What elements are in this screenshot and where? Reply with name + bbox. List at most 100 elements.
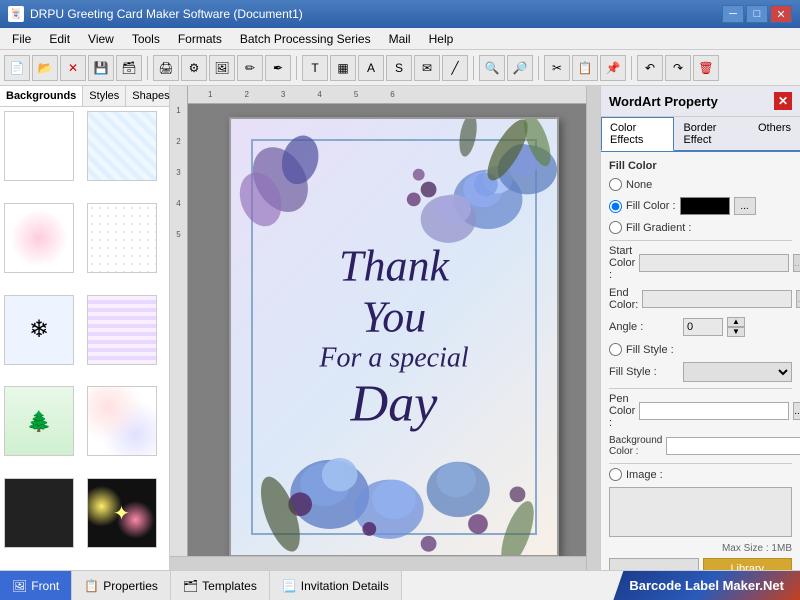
ruler-left: 1 2 3 4 5 <box>170 86 188 570</box>
bg-thumb-9[interactable] <box>4 478 74 548</box>
bg-thumb-1[interactable] <box>4 111 74 181</box>
tab-color-effects[interactable]: Color Effects <box>601 117 674 151</box>
greeting-card-canvas[interactable]: Thank You For a special Day <box>229 117 559 557</box>
bg-thumb-2[interactable] <box>87 111 157 181</box>
end-color-input <box>642 290 792 308</box>
fill-color-swatch[interactable] <box>680 197 730 215</box>
delete-button[interactable]: 🗑 <box>693 55 719 81</box>
fill-color-dots-button[interactable]: ... <box>734 197 756 215</box>
menu-help[interactable]: Help <box>421 30 462 48</box>
library-button[interactable]: Library <box>703 558 793 570</box>
property-panel-header: WordArt Property ✕ <box>601 86 800 117</box>
angle-up-button[interactable]: ▲ <box>727 317 745 327</box>
menu-batch[interactable]: Batch Processing Series <box>232 30 379 48</box>
image-label: Image : <box>626 469 663 481</box>
none-radio[interactable] <box>609 178 622 191</box>
properties-label: Properties <box>103 579 158 593</box>
end-color-row: End Color: ... <box>609 287 792 311</box>
separator-1 <box>147 56 148 80</box>
line-button[interactable]: ╱ <box>442 55 468 81</box>
invitation-details-button[interactable]: 📃 Invitation Details <box>270 571 402 600</box>
tab-backgrounds[interactable]: Backgrounds <box>0 86 83 106</box>
menubar: File Edit View Tools Formats Batch Proce… <box>0 28 800 50</box>
front-button[interactable]: 🖼 Front <box>0 571 72 600</box>
close-doc-button[interactable]: ✕ <box>60 55 86 81</box>
copy-button[interactable]: 📋 <box>572 55 598 81</box>
fill-style-select[interactable] <box>683 362 792 382</box>
cut-button[interactable]: ✂ <box>544 55 570 81</box>
maximize-button[interactable]: □ <box>746 5 768 23</box>
bg-thumb-6[interactable] <box>87 295 157 365</box>
bg-thumb-7[interactable]: 🌲 <box>4 386 74 456</box>
pen-color-dots-button[interactable]: ... <box>793 402 800 420</box>
tab-styles[interactable]: Styles <box>83 86 126 106</box>
open-button[interactable]: 📂 <box>32 55 58 81</box>
symbol-button[interactable]: S <box>386 55 412 81</box>
mail-button[interactable]: ✉ <box>414 55 440 81</box>
save-button[interactable]: 💾 <box>88 55 114 81</box>
fill-gradient-label: Fill Gradient : <box>626 222 691 234</box>
angle-down-button[interactable]: ▼ <box>727 327 745 337</box>
divider-2 <box>609 388 792 389</box>
menu-view[interactable]: View <box>80 30 122 48</box>
window-title: DRPU Greeting Card Maker Software (Docum… <box>30 7 303 21</box>
menu-edit[interactable]: Edit <box>41 30 78 48</box>
redo-button[interactable]: ↷ <box>665 55 691 81</box>
wordart-button[interactable]: A <box>358 55 384 81</box>
tab-others[interactable]: Others <box>749 117 800 150</box>
fill-color-label: Fill Color : <box>626 200 676 212</box>
menu-formats[interactable]: Formats <box>170 30 230 48</box>
fill-style-check-label: Fill Style : <box>626 344 674 356</box>
close-button[interactable]: ✕ <box>770 5 792 23</box>
undo-button[interactable]: ↶ <box>637 55 663 81</box>
menu-mail[interactable]: Mail <box>381 30 419 48</box>
bg-thumb-10[interactable]: ✦ <box>87 478 157 548</box>
fill-style-radio[interactable] <box>609 343 622 356</box>
tab-border-effect[interactable]: Border Effect <box>674 117 749 150</box>
status-spacer <box>402 571 614 600</box>
fill-gradient-radio[interactable] <box>609 221 622 234</box>
bg-color-input[interactable] <box>666 437 800 455</box>
new-button[interactable]: 📄 <box>4 55 30 81</box>
print-setup-button[interactable]: ⚙ <box>181 55 207 81</box>
start-color-row: Start Color : ... <box>609 245 792 281</box>
image-button[interactable]: 🖼 <box>209 55 235 81</box>
print-button[interactable]: 🖨 <box>153 55 179 81</box>
templates-button[interactable]: 🗂 Templates <box>171 571 270 600</box>
property-panel-title: WordArt Property <box>609 94 718 109</box>
properties-button[interactable]: 📋 Properties <box>72 571 171 600</box>
horizontal-scrollbar[interactable] <box>170 556 586 570</box>
design-button[interactable]: ✏ <box>237 55 263 81</box>
canvas-area[interactable]: 1 2 3 4 5 6 1 2 3 4 5 <box>170 86 600 570</box>
pen-color-input[interactable] <box>639 402 789 420</box>
image-browse-button[interactable]: ... <box>609 558 699 570</box>
menu-tools[interactable]: Tools <box>124 30 168 48</box>
menu-file[interactable]: File <box>4 30 39 48</box>
zoom-out-button[interactable]: 🔎 <box>507 55 533 81</box>
paste-button[interactable]: 📌 <box>600 55 626 81</box>
vertical-scrollbar[interactable] <box>586 86 600 570</box>
text-button[interactable]: T <box>302 55 328 81</box>
fill-color-radio[interactable] <box>609 200 622 213</box>
save-all-button[interactable]: 🗃 <box>116 55 142 81</box>
zoom-in-button[interactable]: 🔍 <box>479 55 505 81</box>
end-color-label: End Color: <box>609 287 638 311</box>
invitation-label: Invitation Details <box>301 579 389 593</box>
image-radio[interactable] <box>609 468 622 481</box>
invitation-icon: 📃 <box>282 579 297 593</box>
close-panel-button[interactable]: ✕ <box>774 92 792 110</box>
statusbar: 🖼 Front 📋 Properties 🗂 Templates 📃 Invit… <box>0 570 800 600</box>
bg-thumb-8[interactable] <box>87 386 157 456</box>
pencil-button[interactable]: ✒ <box>265 55 291 81</box>
none-label: None <box>626 179 652 191</box>
angle-row: Angle : ▲ ▼ <box>609 317 792 337</box>
bg-thumb-3[interactable] <box>4 203 74 273</box>
bg-thumb-5[interactable]: ❄ <box>4 295 74 365</box>
angle-label: Angle : <box>609 321 679 333</box>
bg-thumb-4[interactable] <box>87 203 157 273</box>
minimize-button[interactable]: ─ <box>722 5 744 23</box>
fill-color-section-title: Fill Color <box>609 160 792 172</box>
ruler-top: 1 2 3 4 5 6 <box>188 86 600 104</box>
barcode-button[interactable]: ▦ <box>330 55 356 81</box>
start-color-dots-button: ... <box>793 254 800 272</box>
